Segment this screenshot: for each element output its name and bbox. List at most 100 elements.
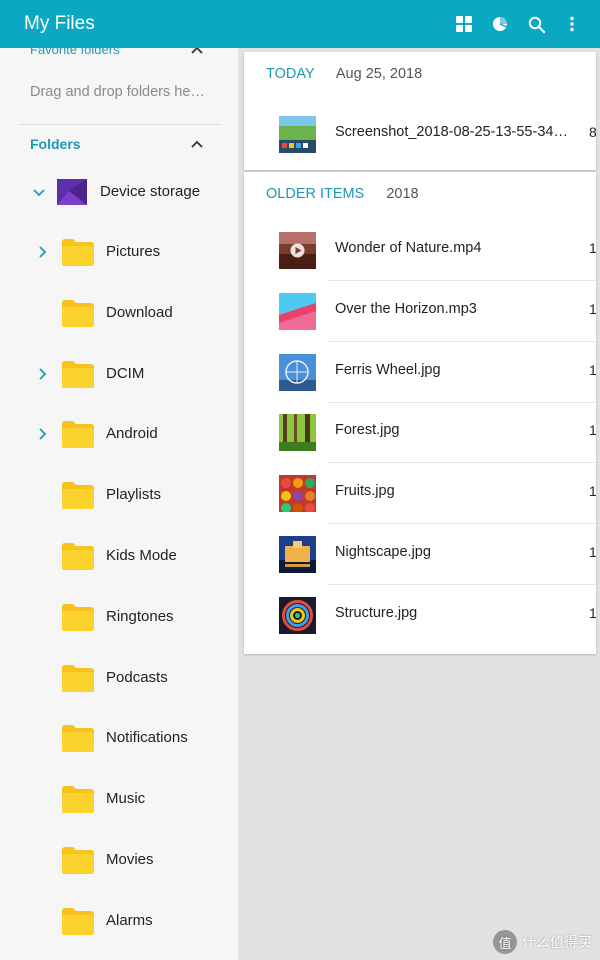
app-bar: My Files — [0, 0, 600, 48]
file-thumbnail — [279, 116, 316, 153]
file-row[interactable]: Structure.jpg 1 — [244, 585, 596, 646]
folder-icon — [62, 786, 94, 814]
divider — [18, 124, 221, 125]
folder-label: Ringtones — [106, 607, 174, 625]
file-row[interactable]: Screenshot_2018-08-25-13-55-34… 8 — [244, 104, 596, 165]
folder-label: Notifications — [106, 729, 188, 747]
file-meta: 1 — [589, 483, 596, 500]
sidebar-folder-item[interactable]: Movies — [0, 831, 238, 891]
grid-view-icon[interactable] — [446, 0, 482, 48]
file-row[interactable]: Forest.jpg 1 — [244, 402, 596, 464]
folder-label: Android — [106, 425, 158, 443]
folder-label: Pictures — [106, 243, 161, 260]
sidebar-folder-item[interactable]: DCIM — [0, 345, 238, 405]
file-name: Nightscape.jpg — [335, 544, 431, 560]
sidebar-folder-item[interactable]: Alarms — [0, 892, 238, 952]
folder-label: Kids Mode — [106, 547, 177, 564]
folder-label: DCIM — [106, 364, 145, 382]
folder-icon — [62, 360, 94, 388]
file-thumbnail — [279, 596, 316, 634]
file-name: Forest.jpg — [335, 422, 400, 439]
search-icon[interactable] — [518, 0, 554, 48]
file-meta: 1 — [589, 240, 596, 256]
folder-label: Movies — [106, 851, 154, 868]
storage-analysis-icon[interactable] — [482, 0, 518, 48]
folder-label: Podcasts — [106, 668, 168, 686]
sidebar-folder-item[interactable]: Notifications — [0, 709, 238, 769]
folder-label: Music — [106, 790, 146, 808]
folder-label: Download — [106, 303, 173, 321]
chevron-right-icon[interactable] — [38, 427, 48, 446]
file-thumbnail — [279, 232, 316, 269]
chevron-up-icon[interactable] — [190, 48, 204, 60]
sidebar-folder-item[interactable]: Playlists — [0, 466, 238, 526]
device-storage-label: Device storage — [100, 183, 201, 200]
section-header: OLDER ITEMS 2018 — [266, 186, 419, 202]
watermark: 值 什么值得买 — [493, 930, 592, 954]
file-meta: 1 — [589, 361, 596, 378]
chevron-down-icon[interactable] — [32, 185, 46, 203]
file-name: Structure.jpg — [335, 604, 418, 621]
file-meta: 1 — [589, 604, 596, 621]
folder-icon — [62, 543, 94, 570]
sidebar-folder-item[interactable]: Download — [0, 284, 238, 344]
folder-label: Alarms — [106, 911, 153, 929]
file-thumbnail — [279, 536, 316, 573]
section-date: Aug 25, 2018 — [335, 66, 423, 82]
sidebar-folder-item[interactable]: Pictures — [0, 223, 238, 283]
folders-header[interactable]: Folders — [30, 136, 81, 152]
today-section: TODAY Aug 25, 2018 Screenshot_2018-08-25… — [244, 52, 596, 170]
folder-icon — [62, 725, 94, 753]
folder-label: Playlists — [106, 486, 162, 504]
folder-icon — [62, 603, 94, 631]
chevron-up-icon[interactable] — [190, 136, 204, 154]
folder-icon — [62, 482, 94, 510]
file-row[interactable]: Over the Horizon.mp3 1 — [244, 281, 596, 342]
drag-drop-hint: Drag and drop folders he… — [30, 84, 205, 100]
recent-files-panel: TODAY Aug 25, 2018 Screenshot_2018-08-25… — [244, 48, 600, 960]
file-row[interactable]: Fruits.jpg 1 — [244, 463, 596, 525]
file-thumbnail — [279, 475, 316, 513]
file-name: Ferris Wheel.jpg — [335, 361, 441, 378]
folder-icon — [62, 664, 94, 692]
file-name: Wonder of Nature.mp4 — [335, 240, 482, 256]
device-storage-item[interactable]: Device storage — [0, 166, 238, 218]
favorite-folders-header[interactable]: Favorite folders — [30, 48, 120, 57]
folder-icon — [62, 907, 94, 935]
file-row[interactable]: Wonder of Nature.mp4 1 — [244, 220, 596, 281]
section-key: OLDER ITEMS — [266, 186, 365, 202]
watermark-logo: 值 — [493, 930, 517, 954]
sidebar-folder-item[interactable]: Kids Mode — [0, 527, 238, 587]
file-meta: 1 — [589, 300, 596, 317]
file-row[interactable]: Ferris Wheel.jpg 1 — [244, 342, 596, 403]
app-title: My Files — [24, 13, 95, 34]
file-thumbnail — [279, 292, 316, 330]
folder-icon — [62, 239, 94, 266]
chevron-right-icon[interactable] — [38, 367, 48, 386]
file-meta: 8 — [589, 124, 596, 140]
older-items-section: OLDER ITEMS 2018 Wonder of Nature.mp4 1 Ov… — [244, 172, 596, 654]
file-meta: 1 — [589, 422, 596, 439]
file-meta: 1 — [589, 544, 596, 560]
section-header: TODAY Aug 25, 2018 — [266, 66, 422, 82]
section-date: 2018 — [386, 186, 419, 202]
file-name: Fruits.jpg — [335, 483, 395, 500]
device-storage-icon — [57, 179, 87, 205]
folder-icon — [62, 847, 94, 874]
folders-sidebar: Favorite folders Drag and drop folders h… — [0, 48, 238, 960]
folder-icon — [62, 421, 94, 449]
sidebar-folder-item[interactable]: Music — [0, 770, 238, 830]
sidebar-folder-item[interactable]: Ringtones — [0, 588, 238, 648]
chevron-right-icon[interactable] — [38, 245, 48, 264]
folder-icon — [62, 299, 94, 327]
file-thumbnail — [279, 353, 316, 391]
sidebar-folder-item[interactable]: Podcasts — [0, 649, 238, 709]
more-options-icon[interactable] — [554, 0, 590, 48]
sidebar-folder-item[interactable]: Android — [0, 405, 238, 465]
watermark-text: 什么值得买 — [522, 934, 592, 950]
section-key: TODAY — [266, 66, 315, 82]
file-thumbnail — [279, 414, 316, 452]
file-name: Over the Horizon.mp3 — [335, 300, 477, 317]
file-name: Screenshot_2018-08-25-13-55-34… — [335, 124, 568, 140]
file-row[interactable]: Nightscape.jpg 1 — [244, 524, 596, 585]
